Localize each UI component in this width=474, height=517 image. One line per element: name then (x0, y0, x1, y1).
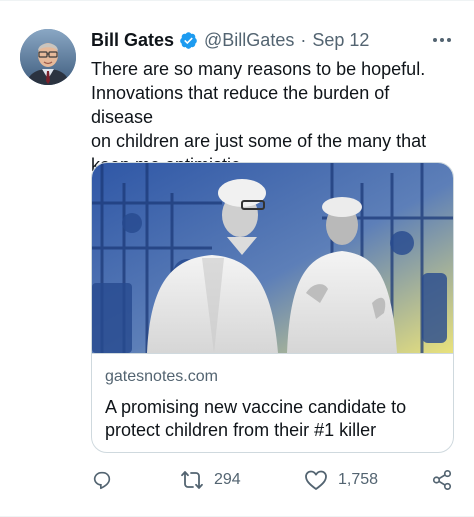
retweet-icon (181, 471, 203, 489)
link-preview-card[interactable]: gatesnotes.com A promising new vaccine c… (91, 162, 454, 453)
share-button[interactable] (431, 467, 453, 493)
author-name[interactable]: Bill Gates (91, 30, 174, 51)
tweet-text: There are so many reasons to be hopeful.… (91, 59, 427, 175)
card-domain: gatesnotes.com (105, 368, 218, 385)
verified-badge-icon (179, 31, 198, 50)
like-count: 1,758 (338, 471, 379, 488)
reply-button[interactable] (91, 467, 113, 493)
retweet-button[interactable]: 294 (180, 467, 241, 493)
card-title: A promising new vaccine candidate to pro… (105, 397, 407, 440)
heart-icon (305, 470, 327, 490)
reply-icon (93, 471, 111, 490)
action-bar: 294 1,758 (91, 467, 457, 493)
card-image (92, 163, 453, 353)
retweet-count: 294 (214, 471, 241, 488)
avatar[interactable] (20, 29, 76, 85)
author-handle[interactable]: @BillGates (204, 30, 294, 51)
more-options-button[interactable] (430, 31, 454, 49)
tweet-date[interactable]: Sep 12 (312, 30, 369, 51)
card-info: gatesnotes.com A promising new vaccine c… (92, 353, 453, 440)
share-icon (432, 470, 452, 490)
tweet-container[interactable]: Bill Gates @BillGates · Sep 12 There are… (0, 0, 474, 517)
tweet-header: Bill Gates @BillGates · Sep 12 (91, 29, 456, 51)
avatar-photo (20, 29, 76, 85)
header-separator: · (300, 29, 307, 50)
more-options-icon (433, 38, 451, 42)
like-button[interactable]: 1,758 (304, 467, 378, 493)
